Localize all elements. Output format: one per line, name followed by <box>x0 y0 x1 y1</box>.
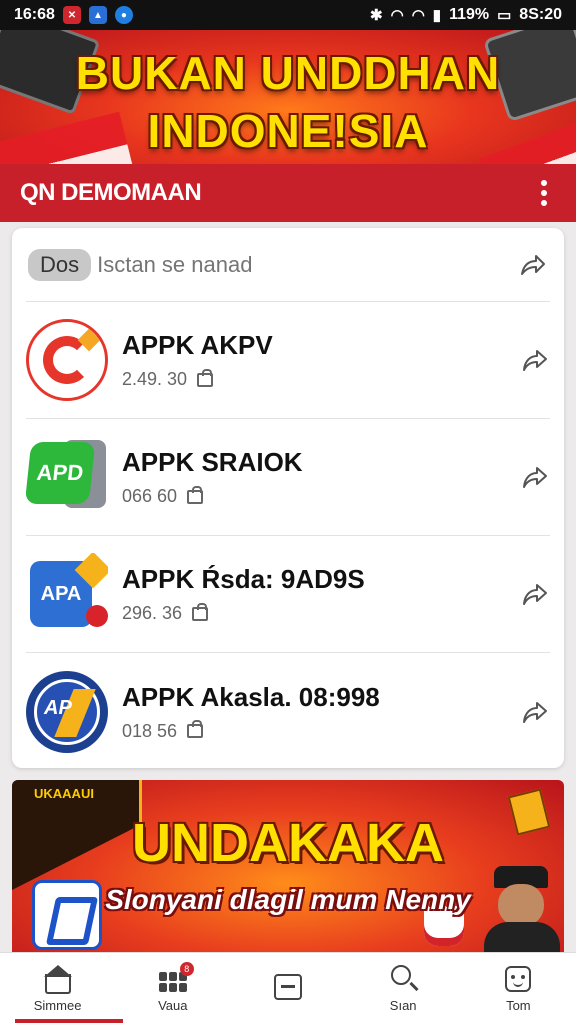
profile-icon <box>503 964 533 994</box>
nav-label: Tom <box>506 998 531 1013</box>
list-item[interactable]: APA APPK Ŕsda: 9AD9S 296. 36 <box>26 536 550 653</box>
battery-icon: ▭ <box>497 7 512 24</box>
nav-item-home[interactable]: Simmee <box>13 964 123 1023</box>
bag-icon <box>187 720 204 738</box>
green-chat-app-icon: APD <box>26 436 108 518</box>
bag-icon <box>192 602 209 621</box>
app-name: APPK AKPV <box>122 330 273 360</box>
list-item[interactable]: APPK AKPV 2.49. 30 <box>26 302 550 419</box>
app-name: APPK Ŕsda: 9AD9S <box>122 564 365 594</box>
promo-title: UNDAKAKA <box>132 813 444 873</box>
wifi-icon: ◠ <box>411 7 425 24</box>
banner-title-line1: BUKAN UNDDHAN <box>75 47 501 99</box>
bag-icon <box>187 485 204 504</box>
navy-round-app-icon: AP <box>26 670 108 753</box>
bottom-nav: Simmee 8 Vaua Sıan Tom <box>0 952 576 1024</box>
status-time: 16:68 <box>14 6 55 23</box>
nav-label: Sıan <box>389 998 417 1013</box>
app-name: APPK SRAIOK <box>122 447 303 477</box>
blue-apk-app-icon: APA <box>26 553 108 635</box>
list-item[interactable]: AP APPK Akasla. 08:998 018 56 <box>26 653 550 768</box>
banner-corner-text: UKAAAUI <box>34 786 94 801</box>
search-input[interactable] <box>97 251 518 278</box>
share-icon[interactable] <box>520 345 550 375</box>
promo-subtitle: Slonyani dlagil mum Nenny <box>105 884 471 915</box>
promo-banner[interactable]: UKAAAUI UNDAKAKA Slonyani dlagil mum Nen… <box>12 780 564 952</box>
search-row: Dos <box>26 228 550 302</box>
home-icon <box>43 964 73 994</box>
top-banner[interactable]: BUKAN UNDDHAN INDONE!SIA <box>0 30 576 164</box>
share-icon[interactable] <box>520 697 550 727</box>
app-meta: 066 60 <box>122 486 178 506</box>
red-app-icon: ✕ <box>62 6 81 24</box>
search-icon <box>388 964 418 994</box>
app-meta: 296. 36 <box>122 603 183 623</box>
bluetooth-icon: ✱ <box>370 7 383 24</box>
nav-item-profile[interactable]: Tom <box>473 964 563 1013</box>
more-vertical-icon[interactable] <box>532 180 556 206</box>
share-icon[interactable] <box>520 579 550 609</box>
nav-label: Simmee <box>33 998 82 1013</box>
nav-item-square[interactable] <box>243 972 333 1006</box>
square-icon <box>273 972 303 1002</box>
status-clock-right: 8S:20 <box>519 6 562 23</box>
grid-icon: 8 <box>158 962 194 994</box>
share-icon[interactable] <box>518 250 548 280</box>
list-item[interactable]: APD APPK SRAIOK 066 60 <box>26 419 550 536</box>
bag-icon <box>197 368 214 387</box>
signal-icon: ▮ <box>432 7 442 24</box>
app-title: QN DEMOMAAN <box>20 179 202 206</box>
photo-icon: ▲ <box>88 6 107 24</box>
app-header: QN DEMOMAAN <box>0 164 576 222</box>
red-circle-app-icon <box>26 319 108 401</box>
search-tag[interactable]: Dos <box>28 248 92 281</box>
nav-label: Vaua <box>158 998 188 1013</box>
app-list-card: Dos APPK AKPV 2.49. 30 APD APPK SRAIOK 0… <box>12 228 564 768</box>
banner-title-line2: INDONE!SIA <box>147 105 429 157</box>
nav-item-grid[interactable]: 8 Vaua <box>128 962 218 1013</box>
nav-item-search[interactable]: Sıan <box>358 964 448 1013</box>
app-name: APPK Akasla. 08:998 <box>122 681 380 712</box>
share-icon[interactable] <box>520 462 550 492</box>
status-bar: 16:68 ✕ ▲ ● ✱ ◠ ◠ ▮ 119% ▭ 8S:20 <box>0 0 576 30</box>
battery-level: 119% <box>449 6 490 23</box>
app-meta: 2.49. 30 <box>122 369 188 389</box>
wifi-icon: ◠ <box>390 7 404 24</box>
notification-badge: 8 <box>179 962 194 976</box>
circle-app-icon: ● <box>114 6 133 24</box>
app-meta: 018 56 <box>122 720 178 741</box>
